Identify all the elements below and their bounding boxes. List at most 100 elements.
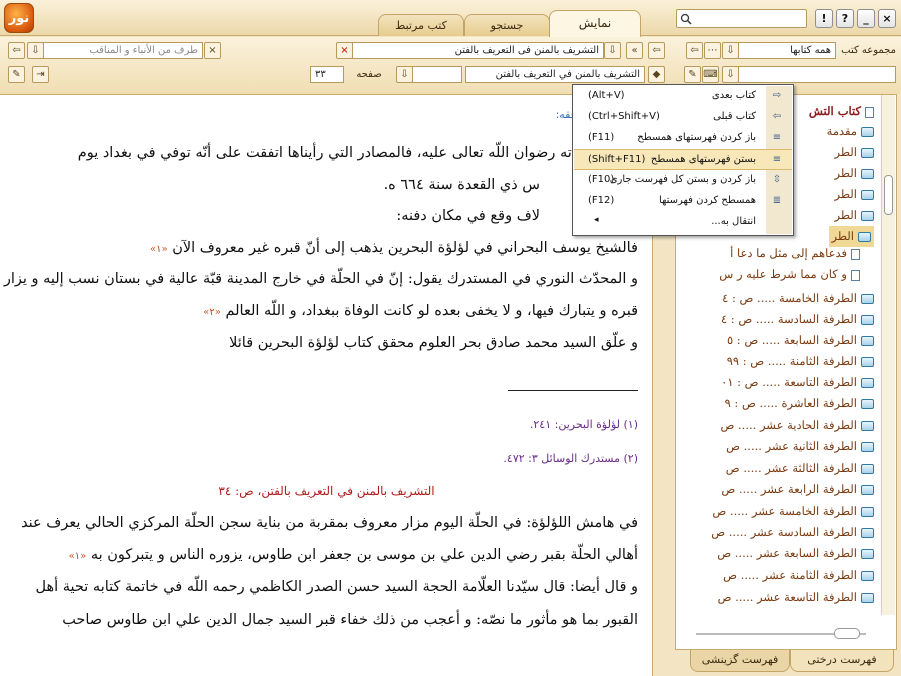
tree-item[interactable]: الطرفة الرابعة عشر ..... ص	[721, 479, 874, 500]
close-button[interactable]: ×	[878, 9, 896, 28]
tree-item-label: الطرفة الحادية عشر ..... ص	[720, 418, 857, 432]
page-icon	[851, 248, 860, 260]
minimize-button[interactable]: _	[857, 9, 875, 28]
tab-related-books[interactable]: کتب مرتبط	[378, 14, 464, 36]
menu-item-label: باز کردن و بستن کل فهرست جاری	[609, 174, 756, 185]
menu-item[interactable]: ≡ باز کردن فهرستهای همسطح (F11)	[574, 128, 792, 149]
menu-item[interactable]: ⇦ کتاب قبلی (Ctrl+Shift+V)	[574, 107, 792, 128]
related-section-field[interactable]: طرف من الأنباء و المناقب	[43, 42, 203, 59]
global-search-input[interactable]	[676, 9, 807, 28]
tree-item-label: الطرفة الثامنة عشر ..... ص	[723, 568, 857, 582]
text-line: و المحدّث النوري في المستدرك يقول: إنّ ف…	[3, 271, 638, 287]
arrow-left-icon[interactable]: ⇦	[686, 42, 703, 59]
menu-item-label: کتاب قبلی	[713, 111, 756, 122]
tree-item[interactable]: الطرفة الخامسة عشر ..... ص	[712, 501, 874, 522]
text-line: فالشيخ يوسف البحراني في لؤلؤة البحرين يذ…	[149, 240, 638, 256]
tree-item[interactable]: الطر	[835, 205, 874, 226]
tools-icon[interactable]: ✎	[8, 66, 25, 83]
tree-item-label: الطرفة الثالثة عشر ..... ص	[725, 461, 857, 475]
help-button[interactable]: ?	[836, 9, 854, 28]
tree-item[interactable]: الطر	[835, 184, 874, 205]
folder-icon	[861, 421, 874, 431]
tree-horizontal-scrollbar[interactable]	[676, 627, 876, 641]
tab-view[interactable]: نمایش	[549, 10, 641, 37]
back-button[interactable]: ⇦	[8, 42, 25, 59]
dropdown-icon[interactable]: ⇩	[722, 66, 739, 83]
menu-item[interactable]: انتقال به... ◂	[574, 212, 792, 233]
close-related-icon[interactable]: ×	[204, 42, 221, 59]
tree-item[interactable]: الطرفة التاسعة ..... ص : ٠١	[721, 372, 874, 393]
double-back-button[interactable]: «	[626, 42, 643, 59]
dropdown-icon[interactable]: ⇩	[604, 42, 621, 59]
tree-vertical-scrollbar[interactable]	[881, 95, 895, 615]
collection-select[interactable]: همه کتابها	[738, 42, 836, 59]
menu-item[interactable]: ⇨ کتاب بعدی (Alt+V)	[574, 86, 792, 107]
tree-item-label: الطرفة الخامسة عشر ..... ص	[712, 504, 857, 518]
tree-item-label: مقدمة	[826, 124, 857, 138]
folder-icon	[861, 464, 874, 474]
tree-item[interactable]: الطرفة الخامسة ..... ص : ٤	[722, 288, 874, 309]
tree-item-label: الطرفة الرابعة عشر ..... ص	[721, 482, 857, 496]
book-icon	[865, 106, 874, 118]
tree-item[interactable]: الطر	[835, 142, 874, 163]
menu-item-label: انتقال به...	[711, 216, 756, 227]
tab-search[interactable]: جستجو	[464, 14, 550, 36]
tree-root[interactable]: كتاب التش	[809, 101, 874, 122]
export-icon[interactable]: ⇥	[32, 66, 49, 83]
tree-item[interactable]: الطرفة السابعة ..... ص : ٥	[727, 330, 874, 351]
footnote-ref[interactable]: «۲»	[203, 307, 221, 318]
tree-item[interactable]: الطرفة الثانية عشر ..... ص	[726, 436, 874, 457]
menu-item-shortcut: (F10)	[588, 174, 615, 185]
close-title-icon[interactable]: ×	[336, 42, 353, 59]
tree-item[interactable]: الطرفة الثامنة ..... ص : ٩٩	[727, 351, 874, 372]
dropdown-icon[interactable]: ⇩	[396, 66, 413, 83]
keyboard-icon[interactable]: ⌨	[702, 66, 719, 83]
tree-item[interactable]: الطرفة التاسعة عشر ..... ص	[718, 587, 874, 608]
folder-icon	[861, 378, 874, 388]
footnote: (۲) مستدرك الوسائل ۳: ٤٧۲.	[503, 452, 638, 465]
footnote-ref[interactable]: «۱»	[150, 244, 168, 255]
tree-item[interactable]: الطرفة السادسة عشر ..... ص	[711, 522, 874, 543]
tab-tree-index[interactable]: فهرست درختی	[790, 650, 894, 672]
tree-item[interactable]: الطر	[835, 163, 874, 184]
tree-item[interactable]: مقدمة	[827, 121, 874, 142]
tab-selective-index[interactable]: فهرست گزینشی	[690, 650, 790, 672]
tree-item[interactable]: الطرفة العاشرة ..... ص : ٩	[725, 393, 874, 414]
tree-search-input[interactable]	[738, 66, 896, 83]
tree-item[interactable]: الطرفة الحادية عشر ..... ص	[720, 415, 874, 436]
tree-item[interactable]: و كان مما شرط عليه ر س	[719, 264, 860, 285]
toggle-all-icon: ⇳	[772, 174, 782, 185]
more-options-button[interactable]: ⋯	[704, 42, 721, 59]
tree-item[interactable]: الطرفة السادسة ..... ص : ٤	[721, 309, 874, 330]
text-line: س ذي القعدة سنة ٦٦٤ ه.	[383, 177, 540, 193]
scrollbar-thumb[interactable]	[834, 628, 860, 639]
tree-tools-icon[interactable]: ✎	[684, 66, 701, 83]
down-arrow-icon[interactable]: ⇩	[27, 42, 44, 59]
book-title-field[interactable]: التشریف بالمنن فی التعریف بالفتن	[352, 42, 604, 59]
menu-item[interactable]: ≡ بستن فهرستهای همسطح (Shift+F11)	[574, 149, 792, 170]
menu-item-shortcut: (F11)	[588, 132, 615, 143]
breadcrumb-field[interactable]: التشريف بالمنن في التعريف بالفتن	[465, 66, 645, 83]
tree-item[interactable]: الطرفة السابعة عشر ..... ص	[717, 543, 874, 564]
page-number-input[interactable]: ۳۳	[310, 66, 344, 83]
text-line: لافا في وفاته رضوان اللّه تعالى عليه، فا…	[77, 145, 638, 161]
dropdown-icon[interactable]: ⇩	[722, 42, 739, 59]
document-view: فقه: لافا في وفاته رضوان اللّه تعالى علي…	[0, 94, 653, 676]
tree-item[interactable]: الطرفة الثامنة عشر ..... ص	[723, 565, 874, 586]
menu-item[interactable]: ≣ همسطح کردن فهرستها (F12)	[574, 191, 792, 212]
tree-item[interactable]: الطرفة الثالثة عشر ..... ص	[726, 458, 874, 479]
text-line: في هامش اللؤلؤة: في الحلّة اليوم مزار مع…	[21, 515, 638, 531]
volume-input[interactable]	[412, 66, 462, 83]
tree-item-label: الطرفة التاسعة ..... ص : ٠١	[721, 375, 857, 389]
folder-icon	[861, 127, 874, 137]
forward-button[interactable]: ⇦	[648, 42, 665, 59]
tree-item-label: الطر	[831, 229, 854, 243]
folder-icon	[861, 399, 874, 409]
tree-item-label: الطرفة السابعة ..... ص : ٥	[726, 333, 857, 347]
tag-icon[interactable]: ◆	[648, 66, 665, 83]
menu-item[interactable]: ⇳ باز کردن و بستن کل فهرست جاری (F10)	[574, 170, 792, 191]
tree-item[interactable]: فدعاهم إلى مثل ما دعا أ	[730, 243, 860, 264]
footnote-ref[interactable]: «۱»	[69, 551, 87, 562]
info-button[interactable]: !	[815, 9, 833, 28]
scrollbar-thumb[interactable]	[884, 175, 893, 215]
